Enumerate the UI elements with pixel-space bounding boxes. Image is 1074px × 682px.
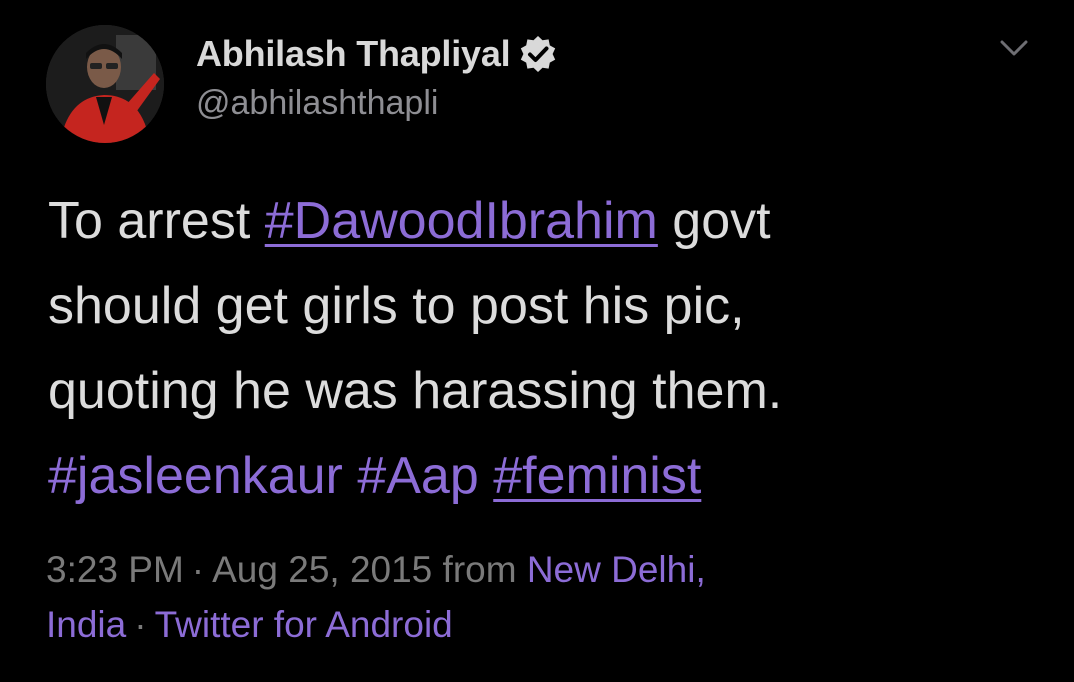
tweet-text-segment: govt [657,192,771,250]
meta-line-2: India · Twitter for Android [46,597,1046,652]
hashtag-link-dawoodibrahim[interactable]: #DawoodIbrahim [265,192,658,250]
hashtag-link-feminist[interactable]: #feminist [493,447,701,505]
tweet-line-1: To arrest #DawoodIbrahim govt [48,179,1048,264]
verified-badge-icon [521,36,556,72]
tweet-location-link-cont[interactable]: India [46,604,126,645]
meta-separator: · [134,604,147,645]
chevron-down-icon[interactable] [996,34,1032,62]
author-handle[interactable]: @abhilashthapli [196,84,438,123]
tweet-date[interactable]: Aug 25, 2015 [212,549,432,590]
tweet-meta: 3:23 PM · Aug 25, 2015 from New Delhi, Ind… [46,542,1046,652]
tweet-line-4: #jasleenkaur #Aap #feminist [48,434,1048,519]
author-avatar[interactable] [46,25,164,143]
tweet-location-link[interactable]: New Delhi, [527,549,706,590]
tweet-time: 3:23 PM [46,549,184,590]
tweet-text: To arrest #DawoodIbrahim govt should get… [48,179,1048,519]
meta-from-label: from [442,549,517,590]
meta-line-1: 3:23 PM · Aug 25, 2015 from New Delhi, [46,542,1046,597]
tweet-line-2: should get girls to post his pic, [48,277,745,335]
hashtag-link-jasleenkaur[interactable]: #jasleenkaur [48,447,343,505]
author-display-name[interactable]: Abhilash Thapliyal [196,33,511,75]
meta-separator: · [191,549,205,590]
hashtag-link-aap[interactable]: #Aap [357,447,478,505]
author-name-row: Abhilash Thapliyal [196,30,558,78]
tweet-text-segment: To arrest [48,192,265,250]
tweet-line-3: quoting he was harassing them. [48,362,783,420]
tweet-source-link[interactable]: Twitter for Android [155,604,453,645]
